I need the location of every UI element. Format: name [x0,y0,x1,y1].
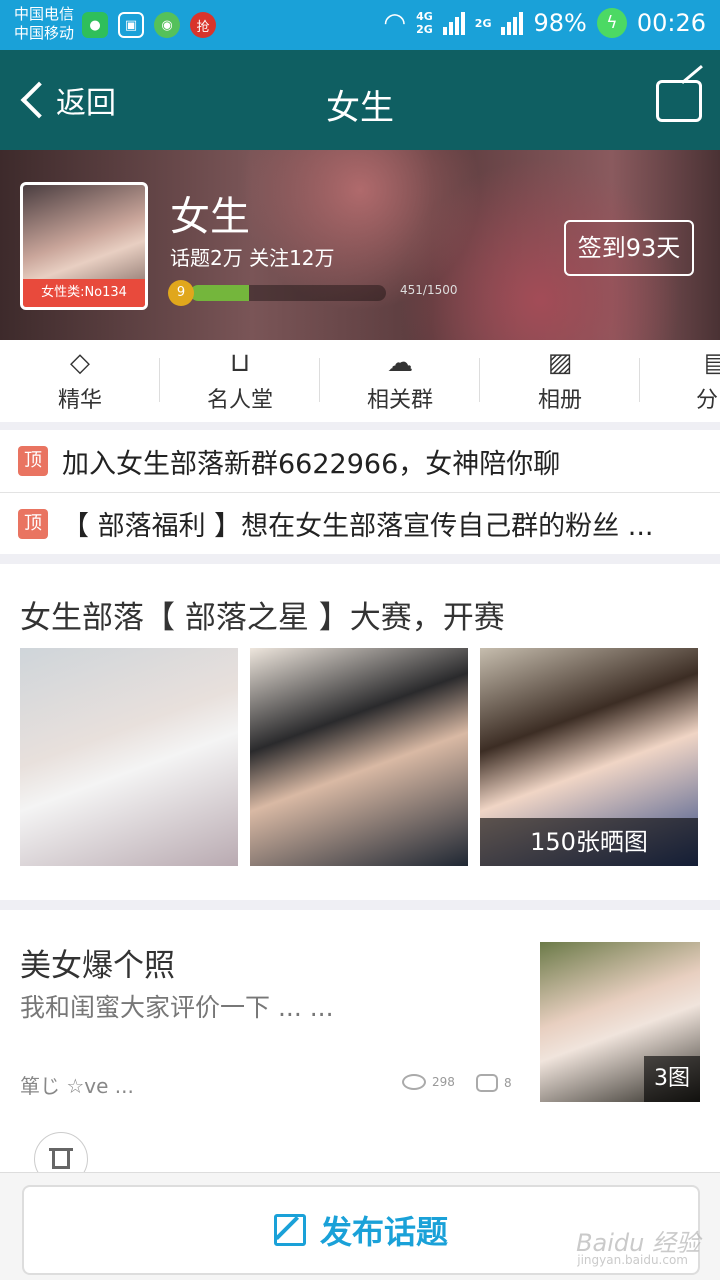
post-views: 298 [402,1074,455,1090]
level-progress-text: 451/1500 [400,283,458,297]
signin-button[interactable]: 签到93天 [564,220,694,276]
tab-label: 相关群 [366,388,433,413]
tribe-banner: 女性类:No134 女生 话题2万 关注12万 9 451/1500 签到93天 [0,150,720,340]
battery-percent: 98% [533,9,587,37]
category-icon: ▤ [703,348,720,378]
pinned-notices: 顶 加入女生部落新群6622966，女神陪你聊 顶 【 部落福利 】想在女生部落… [0,430,720,554]
comment-count: 8 [504,1076,512,1090]
feature-tabs: ◇ 精华 ⊔ 名人堂 ☁ 相关群 ▨ 相册 ▤ 分 [0,340,720,422]
carrier-telecom: 中国电信 [14,5,75,23]
game-icon: ◉ [154,12,180,38]
watermark-url: jingyan.baidu.com [577,1253,688,1267]
net-label-2: 2G [416,23,433,36]
tribe-name: 女生 [170,194,250,240]
level-progress-fill [190,285,249,301]
post-summary: 我和闺蜜大家评价一下 ... ... [20,993,334,1022]
thumb-count-label: 3图 [644,1056,700,1102]
contest-photo[interactable] [20,648,238,866]
tab-album[interactable]: ▨ 相册 [480,340,640,422]
notice-text: 【 部落福利 】想在女生部落宣传自己群的粉丝 ... [62,511,654,542]
network-type-2: 2G [475,17,492,30]
pinned-notice[interactable]: 顶 【 部落福利 】想在女生部落宣传自己群的粉丝 ... [0,492,720,554]
contest-photo[interactable]: 150张晒图 [480,648,698,866]
status-right: ◠ 4G 2G 2G 98% ϟ 00:26 [383,8,706,38]
clock: 00:26 [636,9,706,37]
level-medal-icon: 9 [168,280,194,306]
wifi-icon: ◠ [383,8,407,38]
contest-title: 女生部落【 部落之星 】大赛，开赛 [20,600,505,636]
signal-icon [442,11,465,35]
status-bar: 中国电信 中国移动 ● ▣ ◉ 抢 ◠ 4G 2G 2G 98% ϟ 00:26 [0,0,720,50]
contest-photos: 150张晒图 [20,648,698,866]
notification-icons: ● ▣ ◉ 抢 [82,12,216,38]
contest-photo[interactable] [250,648,468,866]
eye-icon [402,1074,426,1090]
post-author[interactable]: 箪じ ☆ve ... [20,1070,134,1099]
red-packet-icon: 抢 [190,12,216,38]
gallery-icon: ▣ [118,12,144,38]
tab-essence[interactable]: ◇ 精华 [0,340,160,422]
pinned-notice[interactable]: 顶 加入女生部落新群6622966，女神陪你聊 [0,430,720,492]
trash-lid [49,1148,73,1151]
share-icon[interactable] [656,80,702,122]
tab-hall-of-fame[interactable]: ⊔ 名人堂 [160,340,320,422]
tab-label: 精华 [57,388,102,413]
carrier-mobile: 中国移动 [14,24,75,42]
post-item[interactable]: 美女爆个照 我和闺蜜大家评价一下 ... ... 箪じ ☆ve ... 298 … [0,910,720,1186]
post-thumbnail[interactable]: 3图 [540,942,700,1102]
signal-icon-2 [501,11,524,35]
photo-count-label: 150张晒图 [480,818,698,866]
pin-badge: 顶 [18,508,48,539]
category-badge: 女性类:No134 [23,279,145,307]
tab-category[interactable]: ▤ 分 [640,340,720,422]
sofa-icon: ⊔ [229,348,251,378]
pin-badge: 顶 [18,446,48,476]
page-title: 女生 [326,88,394,128]
view-count: 298 [432,1075,455,1089]
group-icon: ☁ [387,348,413,378]
photo-icon: ▨ [547,348,573,378]
carrier-info: 中国电信 中国移动 [14,5,74,43]
notice-text: 加入女生部落新群6622966，女神陪你聊 [62,448,561,480]
title-bar: 返回 女生 [0,50,720,150]
post-title: 美女爆个照 [20,948,175,984]
tab-label: 分 [696,388,719,413]
bottom-bar: 发布话题 Baidu 经验 jingyan.baidu.com [0,1172,720,1280]
charging-icon: ϟ [596,8,627,38]
trash-icon [52,1149,70,1169]
tribe-avatar[interactable]: 女性类:No134 [20,182,148,310]
tab-related-groups[interactable]: ☁ 相关群 [320,340,480,422]
net-label-3: 2G [474,16,492,30]
level-progress-bar [190,285,386,301]
network-type: 4G 2G [416,10,433,36]
publish-label: 发布话题 [319,1213,448,1251]
tribe-stats: 话题2万 关注12万 [170,246,335,270]
comment-icon [476,1074,498,1092]
edit-icon [273,1214,306,1246]
tab-label: 相册 [537,388,582,413]
contest-card[interactable]: 女生部落【 部落之星 】大赛，开赛 150张晒图 [0,564,720,900]
wechat-icon: ● [82,12,108,38]
tab-label: 名人堂 [206,388,273,413]
diamond-icon: ◇ [70,348,90,378]
net-label-1: 4G [416,10,433,23]
post-comments: 8 [476,1074,512,1092]
